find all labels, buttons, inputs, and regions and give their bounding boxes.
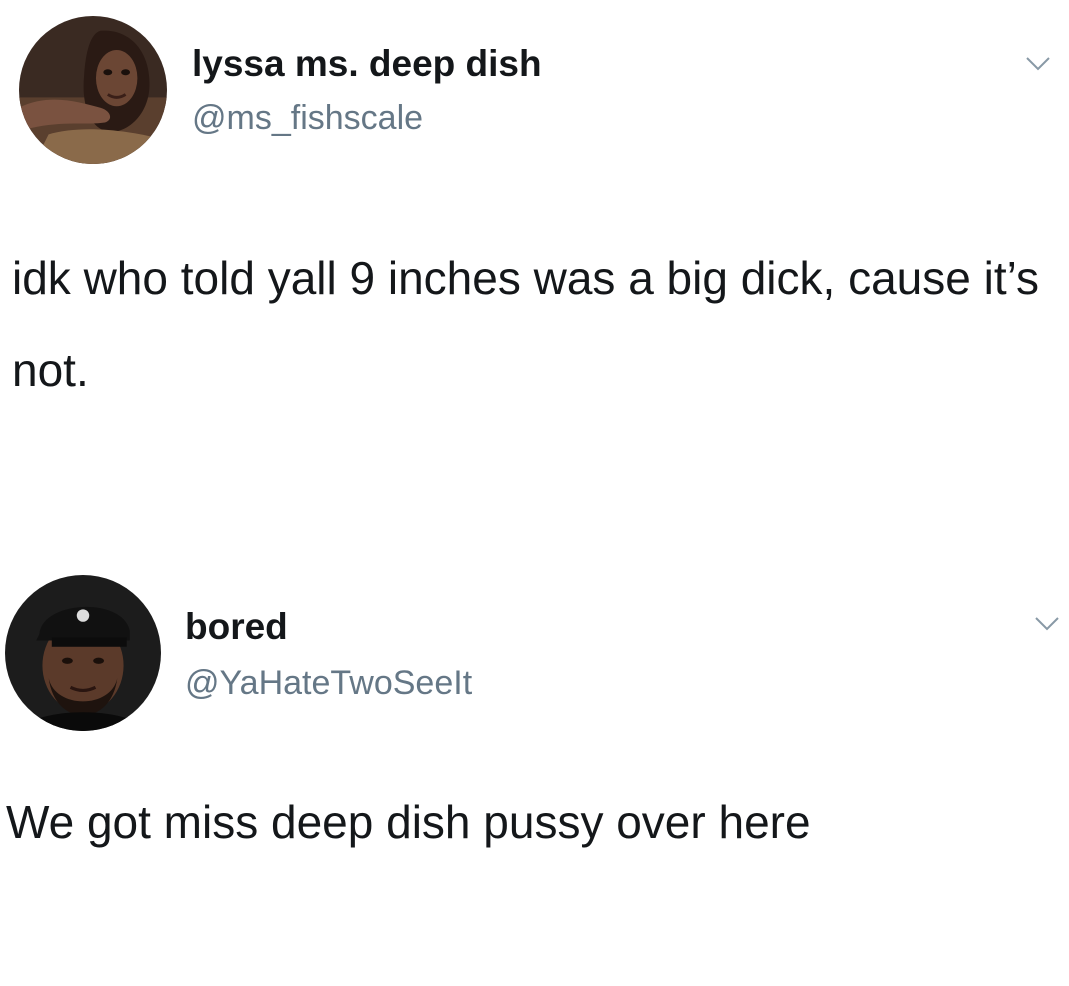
tweet-text: We got miss deep dish pussy over here [6, 796, 811, 848]
profile-photo-man-cap-icon [5, 575, 161, 731]
profile-photo-woman-icon [19, 16, 167, 164]
user-handle[interactable]: @ms_fishscale [192, 99, 423, 138]
tweet-reply: bored @YaHateTwoSeeIt We got miss deep d… [0, 560, 1069, 986]
tweet-text: idk who told yall 9 inches was a big dic… [12, 252, 1040, 396]
user-handle[interactable]: @YaHateTwoSeeIt [185, 664, 472, 703]
display-name[interactable]: bored [185, 606, 288, 648]
avatar[interactable] [19, 16, 167, 164]
tweet-original: lyssa ms. deep dish @ms_fishscale idk wh… [0, 0, 1069, 520]
display-name[interactable]: lyssa ms. deep dish [192, 43, 542, 85]
avatar[interactable] [5, 575, 161, 731]
chevron-down-icon[interactable] [1034, 616, 1060, 632]
chevron-down-icon[interactable] [1025, 56, 1051, 72]
